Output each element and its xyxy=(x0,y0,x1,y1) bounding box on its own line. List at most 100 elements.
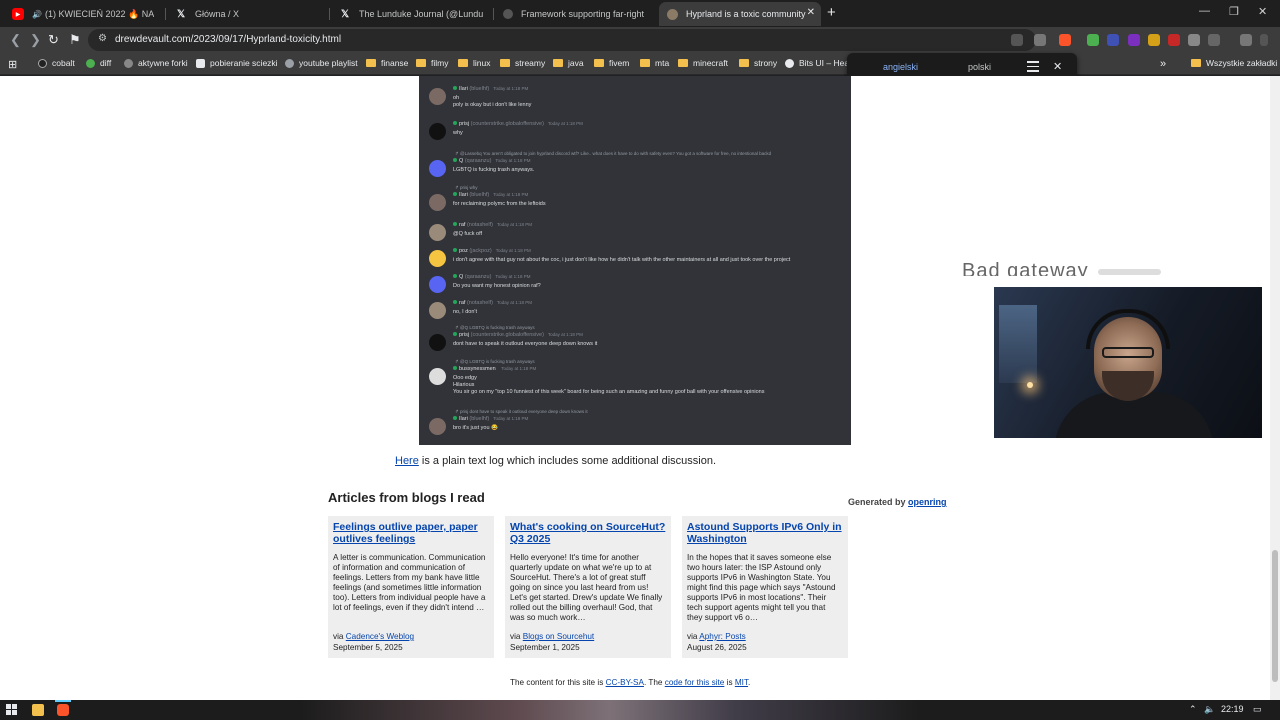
extensions-puzzle-icon[interactable] xyxy=(1188,34,1200,46)
reader-icon[interactable] xyxy=(1034,34,1046,46)
extension-icon[interactable] xyxy=(1107,34,1119,46)
all-bookmarks[interactable]: Wszystkie zakładki xyxy=(1191,58,1277,68)
bookmark-mta[interactable]: mta xyxy=(640,58,669,68)
bookmark-icon[interactable]: ⚑ xyxy=(69,32,81,48)
avatar xyxy=(429,302,446,319)
tab-lunduke[interactable]: 𝕏 The Lunduke Journal (@LundukeJou xyxy=(331,2,491,26)
tab-framework[interactable]: Framework supporting far-right racis xyxy=(495,2,655,26)
bookmark-java[interactable]: java xyxy=(553,58,584,68)
url-text[interactable]: drewdevault.com/2023/09/17/Hyprland-toxi… xyxy=(115,34,341,45)
bookmark-download[interactable]: pobieranie sciezki xyxy=(196,58,278,68)
page-scrollbar[interactable] xyxy=(1270,76,1280,700)
folder-icon xyxy=(500,59,510,67)
notification-icon[interactable]: ▭ xyxy=(1253,704,1262,715)
overlay-bar xyxy=(1098,269,1161,275)
volume-icon[interactable]: 🔈 xyxy=(1204,704,1215,715)
bookmark-bits-ui[interactable]: Bits UI – Head xyxy=(785,58,854,68)
active-app-indicator xyxy=(55,700,71,702)
windows-start-icon[interactable] xyxy=(6,704,17,715)
translate-lang-polish[interactable]: polski xyxy=(968,62,991,72)
close-icon[interactable]: ✕ xyxy=(807,7,815,18)
bookmark-label: strony xyxy=(754,58,778,68)
extension-icon[interactable] xyxy=(1168,34,1180,46)
reply-preview: ↱ prisj dont have to speak it outloud ev… xyxy=(455,409,588,414)
source-link[interactable]: Blogs on Sourcehut xyxy=(523,632,594,641)
close-icon[interactable]: ✕ xyxy=(1053,60,1062,73)
avatar xyxy=(429,276,446,293)
reload-icon[interactable]: ↻ xyxy=(48,32,59,48)
apps-icon[interactable]: ⊞ xyxy=(8,58,17,71)
bookmark-label: streamy xyxy=(515,58,546,68)
reply-preview: ↱ @Q LGBTQ is fucking trash anyways xyxy=(455,325,535,330)
more-bookmarks-icon[interactable]: » xyxy=(1160,58,1166,70)
address-bar[interactable]: ⚙ drewdevault.com/2023/09/17/Hyprland-to… xyxy=(88,29,1036,51)
mit-link[interactable]: MIT xyxy=(735,678,748,687)
restore-icon[interactable]: ❐ xyxy=(1229,5,1239,18)
message-text: i don't agree with that guy not about th… xyxy=(453,257,791,263)
avatar xyxy=(429,160,446,177)
windows-taskbar: ⌃ 🔈 22:19 ▭ xyxy=(0,700,1280,720)
bookmark-cobalt[interactable]: cobalt xyxy=(38,58,75,68)
brave-browser-icon[interactable] xyxy=(57,704,69,716)
bookmark-fivem[interactable]: fivem xyxy=(594,58,629,68)
extension-icon[interactable] xyxy=(1148,34,1160,46)
clock[interactable]: 22:19 xyxy=(1221,704,1244,714)
overlay-bad-gateway-text: Bad gateway xyxy=(962,260,1089,276)
bookmark-filmy[interactable]: filmy xyxy=(416,58,448,68)
text-log-link[interactable]: Here xyxy=(395,455,419,467)
hamburger-menu-icon[interactable] xyxy=(1027,61,1039,75)
blog-card: What's cooking on SourceHut? Q3 2025 Hel… xyxy=(505,516,671,658)
webcam-lamp xyxy=(1027,382,1033,388)
source-link[interactable]: Aphyr: Posts xyxy=(699,632,745,641)
source-link[interactable]: Cadence's Weblog xyxy=(346,632,414,641)
site-info-icon[interactable]: ⚙ xyxy=(98,33,107,44)
license-link[interactable]: CC-BY-SA xyxy=(606,678,644,687)
extension-icon[interactable] xyxy=(1087,34,1099,46)
bookmark-linux[interactable]: linux xyxy=(458,58,490,68)
message-author: prisj (counterstrike.globaloffensive) Tod… xyxy=(453,121,583,127)
blog-card-excerpt: In the hopes that it saves someone else … xyxy=(687,553,836,622)
media-icon[interactable] xyxy=(1240,34,1252,46)
footer-text: . The xyxy=(643,678,665,687)
back-icon[interactable]: ❮ xyxy=(10,32,21,48)
tab-x-home[interactable]: 𝕏 Główna / X xyxy=(167,2,327,26)
bookmark-youtube-playlist[interactable]: youtube playlist xyxy=(285,58,358,68)
new-tab-icon[interactable]: + xyxy=(827,4,836,21)
bookmark-diff[interactable]: diff xyxy=(86,58,111,68)
folder-icon xyxy=(678,59,688,67)
translate-lang-english[interactable]: angielski xyxy=(883,62,918,72)
forward-icon[interactable]: ❯ xyxy=(30,32,41,48)
bookmark-strony[interactable]: strony xyxy=(739,58,777,68)
translate-icon[interactable] xyxy=(1011,34,1023,46)
folder-icon xyxy=(366,59,376,67)
blog-card-title[interactable]: What's cooking on SourceHut? Q3 2025 xyxy=(510,521,666,545)
tray-chevron-icon[interactable]: ⌃ xyxy=(1189,704,1197,715)
tab-title: Hyprland is a toxic community xyxy=(686,9,806,19)
menu-icon[interactable] xyxy=(1260,34,1268,46)
x-icon: 𝕏 xyxy=(176,8,186,20)
tab-separator xyxy=(329,8,330,20)
file-explorer-icon[interactable] xyxy=(32,704,44,716)
generated-by: Generated by openring xyxy=(848,497,947,507)
openring-link[interactable]: openring xyxy=(908,497,947,507)
bookmark-forks[interactable]: aktywne forki xyxy=(124,58,188,68)
bookmark-streamy[interactable]: streamy xyxy=(500,58,545,68)
bookmark-minecraft[interactable]: minecraft xyxy=(678,58,728,68)
tab-youtube[interactable]: ▶ 🔊 (1) KWIECIEŃ 2022 🔥 NAJLEPSZ xyxy=(4,2,162,26)
blog-card-title[interactable]: Feelings outlive paper, paper outlives f… xyxy=(333,521,489,545)
minimize-icon[interactable]: — xyxy=(1199,5,1210,17)
blog-card-source: via Aphyr: Posts xyxy=(687,632,746,641)
scrollbar-thumb[interactable] xyxy=(1272,550,1278,682)
extension-icon[interactable] xyxy=(1128,34,1140,46)
generated-by-text: Generated by xyxy=(848,497,906,507)
brave-shield-icon[interactable] xyxy=(1059,34,1071,46)
tab-hyprland-active[interactable]: Hyprland is a toxic community ✕ xyxy=(659,2,821,26)
avatar xyxy=(429,250,446,267)
message-text: Ooo edgy Hilarious You sir go on my "top 1… xyxy=(453,375,765,395)
message-text: dont have to speak it outloud everyone d… xyxy=(453,341,598,347)
window-close-icon[interactable]: ✕ xyxy=(1258,5,1267,18)
sidebar-icon[interactable] xyxy=(1208,34,1220,46)
bookmark-finanse[interactable]: finanse xyxy=(366,58,408,68)
code-link[interactable]: code for this site xyxy=(665,678,725,687)
blog-card-title[interactable]: Astound Supports IPv6 Only in Washington xyxy=(687,521,843,545)
